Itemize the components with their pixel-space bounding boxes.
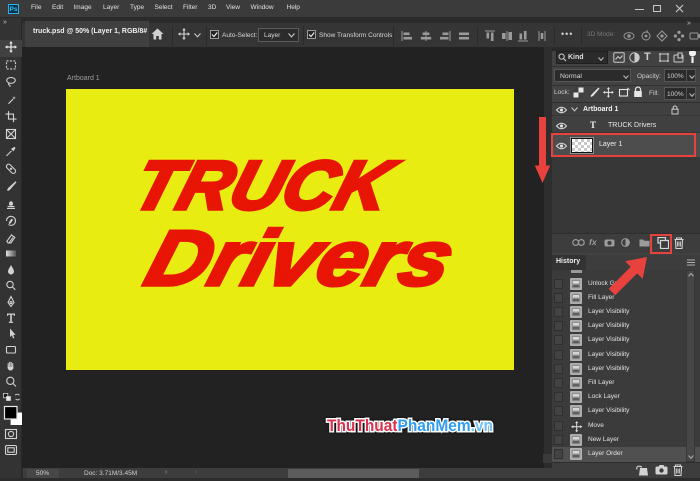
svg-text:TRUCK: TRUCK [125, 146, 405, 223]
svg-text:Drivers: Drivers [137, 214, 464, 301]
svg-text:ThuThuatPhanMem.vn: ThuThuatPhanMem.vn [327, 417, 493, 435]
